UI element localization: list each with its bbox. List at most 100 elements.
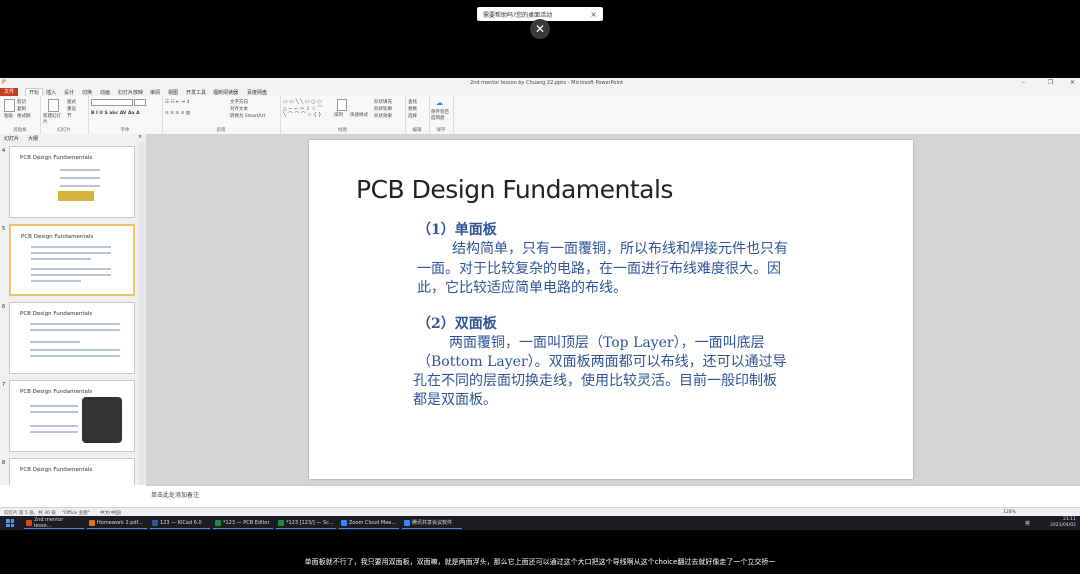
slide-thumbnail[interactable]: PCB Design Fundamentals [9,458,135,485]
taskbar-label: 2nd mentor lesso... [33,516,64,529]
layout-button[interactable]: 版式 [67,99,76,105]
windows-start-icon[interactable] [6,519,14,527]
slide-canvas[interactable]: PCB Design Fundamentals （1）单面板 结构简单，只有一面… [309,140,913,479]
zoom-level[interactable]: 128% [1003,510,1016,515]
paste-button[interactable]: 粘贴 [4,113,13,119]
font-size-box[interactable] [134,99,146,106]
reset-button[interactable]: 重设 [67,106,76,112]
slide-thumbnail[interactable]: PCB Design Fundamentals [9,380,135,452]
tab-transitions[interactable]: 切换 [82,89,92,96]
tab-foxit[interactable]: 福昕阅读器 [213,89,238,96]
group-editing: 查找 替换 选择 编辑 [405,96,430,134]
bold-icon[interactable]: B I U S abc AV Aa A [91,111,140,116]
format-painter-button[interactable]: 格式刷 [17,113,31,119]
taskbar-item-pdf[interactable]: Homework 2.pdf... [87,517,147,529]
copy-button[interactable]: 复制 [17,106,26,112]
close-icon[interactable]: ✕ [1070,79,1075,86]
find-button[interactable]: 查找 [408,99,417,105]
zoom-icon [341,519,347,526]
quick-styles-button[interactable]: 快速样式 [350,112,368,118]
tab-slideshow[interactable]: 幻灯片放映 [118,89,143,96]
arrange-button[interactable]: 排列 [334,112,343,118]
taskbar-item-meeting[interactable]: 腾讯共享会议软件 [402,517,462,529]
slide-thumbnails-pane: PCB Design Fundamentals PCB Design Funda… [0,142,146,485]
tab-insert[interactable]: 插入 [46,89,56,96]
group-label-clipboard: 剪贴板 [13,128,27,133]
tab-view[interactable]: 视图 [168,89,178,96]
thumb-number: 7 [2,382,6,388]
section-button[interactable]: 节 [67,113,72,119]
slide-title: PCB Design Fundamentals [356,175,673,204]
group-label-font: 字体 [120,128,130,133]
section1-line: 一面。对于比较复杂的电路，在一面进行布线难度很大。因 [417,261,781,277]
group-label-save: 保存 [436,128,446,133]
meeting-icon [404,519,410,526]
taskbar-label: Homework 2.pdf... [97,519,143,526]
taskbar-item-pcb-editor[interactable]: *123 — PCB Editor [213,517,273,529]
section2-line: 都是双面板。 [413,392,497,408]
group-font: B I U S abc AV Aa A 字体 [88,96,163,134]
app-icon: P [2,79,6,86]
section1-line: 结构简单，只有一面覆铜，所以布线和焊接元件也只有 [452,241,788,257]
pdf-icon [89,519,95,526]
close-share-button[interactable]: ✕ [530,19,550,39]
text-direction-button[interactable]: 文字方向 [230,99,248,105]
close-icon[interactable]: × [590,10,597,19]
select-button[interactable]: 选择 [408,113,417,119]
thumbnail-title: PCB Design Fundamentals [21,234,94,240]
slide-thumbnail-selected[interactable]: PCB Design Fundamentals [9,224,135,296]
section2-heading: （2）双面板 [417,316,497,332]
slide-thumbnail[interactable]: PCB Design Fundamentals [9,146,135,218]
shape-fill-button[interactable]: 形状填充 [374,99,392,105]
thumbnail-title: PCB Design Fundamentals [20,311,93,317]
tab-slides[interactable]: 幻灯片 [4,135,19,142]
tab-outline[interactable]: 大纲 [28,135,38,142]
shapes-gallery-row3[interactable]: ╲ ⌒ ⌒ ⌒ ☆ { } [283,111,321,118]
taskbar-item-zoom[interactable]: Zoom Cloud Mee... [339,517,399,529]
system-clock[interactable]: 21:11 2021/04/02 [1050,517,1076,529]
arrange-icon[interactable] [337,99,347,111]
shape-outline-button[interactable]: 形状轮廓 [374,106,392,112]
pane-scrollbar[interactable] [139,142,145,485]
window-title: 2nd mentor lesson by Chuang 22.pptx - Mi… [470,80,624,86]
replace-button[interactable]: 替换 [408,106,417,112]
tab-file[interactable]: 文件 [0,88,19,96]
smartart-button[interactable]: 转换为 SmartArt [230,113,265,119]
taskbar-label: *123 — PCB Editor [223,519,270,526]
taskbar-item-schematic[interactable]: *123 [123/] — Sc... [276,517,336,529]
align-text-button[interactable]: 对齐文本 [230,106,248,112]
tab-developer[interactable]: 开发工具 [186,89,206,96]
new-slide-button[interactable]: 新建幻灯片 [43,113,63,125]
schematic-icon [278,519,284,526]
group-label-paragraph: 段落 [216,128,226,133]
cut-button[interactable]: 剪切 [17,99,26,105]
tab-design[interactable]: 设计 [64,89,74,96]
list-icons[interactable]: ☰ ☷ ⇤ ⇥ ↕ [165,100,190,105]
notes-pane[interactable]: 单击此处添加备注 [146,485,1080,508]
tab-home[interactable]: 开始 [25,88,44,96]
tab-animations[interactable]: 动画 [100,89,110,96]
thumb-number: 5 [2,226,6,232]
new-slide-icon[interactable] [48,99,59,112]
shape-effects-button[interactable]: 形状效果 [374,113,392,119]
input-language[interactable]: 英 [1025,520,1030,527]
thumbnail-title: PCB Design Fundamentals [20,155,93,161]
maximize-icon[interactable]: ❐ [1048,79,1053,86]
close-pane-icon[interactable]: × [138,134,142,140]
save-to-baidu-button[interactable]: 保存到百度网盘 [431,109,451,121]
minimize-icon[interactable]: – [1022,79,1025,86]
cloud-icon[interactable]: ☁ [436,99,443,107]
paste-icon[interactable] [4,99,15,112]
thumbnail-title: PCB Design Fundamentals [20,467,93,473]
group-save: ☁ 保存到百度网盘 保存 [429,96,454,134]
taskbar-label: 123 — KiCad 6.0 [160,519,202,526]
font-name-box[interactable] [91,99,133,106]
taskbar-item-kicad[interactable]: 123 — KiCad 6.0 [150,517,210,529]
caption-subtitle: 单面板就不行了，我只要用双面板，双面嘛，就是两面浮头，那么它上面还可以通过这个大… [304,558,776,566]
tab-review[interactable]: 审阅 [150,89,160,96]
taskbar-item-powerpoint[interactable]: 2nd mentor lesso... [24,517,84,529]
align-icons[interactable]: ≡ ≡ ≡ ≡ ▥ [165,111,190,116]
tab-baidu[interactable]: 百度网盘 [247,89,267,96]
thumb-number: 6 [2,304,6,310]
slide-thumbnail[interactable]: PCB Design Fundamentals [9,302,135,374]
